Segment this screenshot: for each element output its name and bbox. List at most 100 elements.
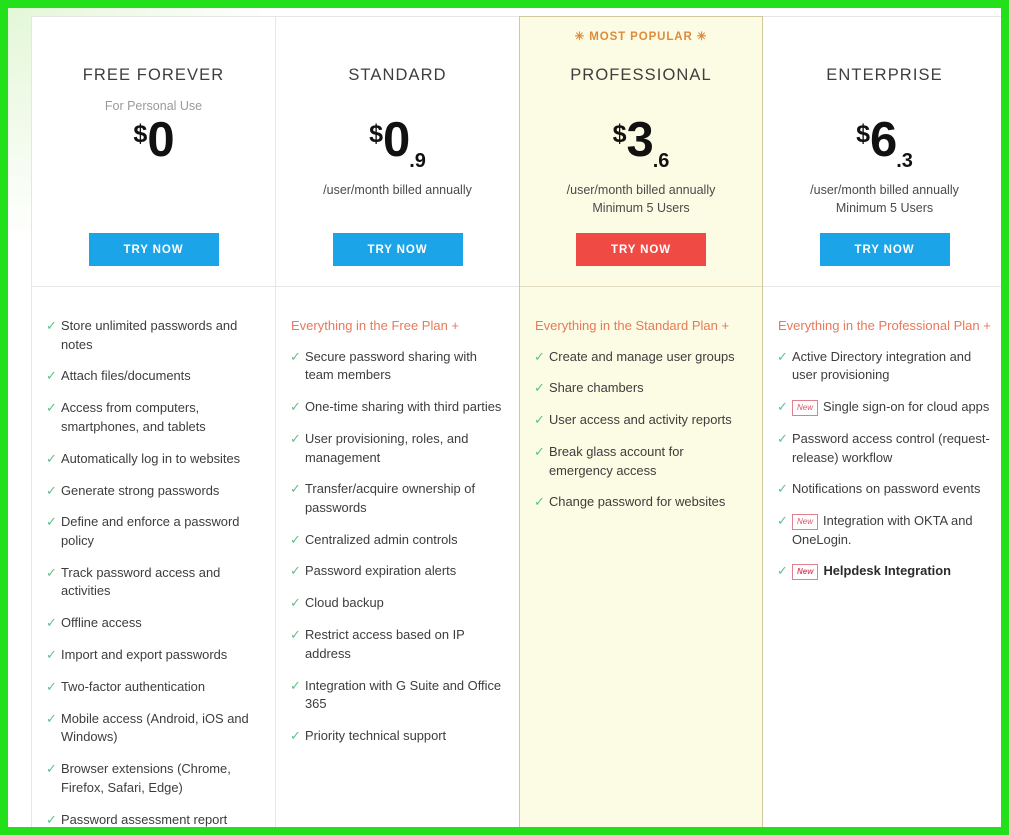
price-standard: $0.9	[276, 115, 519, 175]
feature-text: Import and export passwords	[61, 647, 228, 662]
try-now-button-standard[interactable]: TRY NOW	[332, 233, 463, 266]
check-icon: ✓	[46, 564, 57, 580]
feature-text: Track password access and activities	[61, 564, 221, 599]
feature-text: Secure password sharing with team member…	[305, 348, 477, 383]
billing-note-standard: /user/month billed annually	[284, 181, 511, 199]
feature-item: ✓ Password assessment report	[46, 811, 261, 828]
feature-label: Single sign-on for cloud apps	[823, 398, 990, 414]
price-amount: 3	[626, 113, 653, 167]
feature-text: Password access control (request-release…	[792, 430, 990, 465]
feature-item: ✓ Centralized admin controls	[290, 531, 505, 550]
feature-text: Password expiration alerts	[305, 563, 457, 579]
feature-item: ✓ Attach files/documents	[46, 367, 261, 386]
feature-text: Notifications on password events	[792, 481, 981, 497]
feature-item: ✓ Share chambers	[534, 379, 748, 398]
feature-item: ✓ Break glass account for emergency acces…	[534, 443, 748, 480]
check-icon: ✓	[46, 482, 57, 498]
feature-list-standard: ✓ Secure password sharing with team membe…	[290, 348, 505, 746]
feature-item: ✓ User provisioning, roles, and managemen…	[290, 430, 505, 467]
try-now-button-enterprise[interactable]: TRY NOW	[819, 233, 950, 266]
plan-column-free-forever: FREE FOREVER For Personal Use $0 TRY NOW ✓ St…	[31, 16, 275, 827]
check-icon: ✓	[777, 513, 788, 529]
check-icon: ✓	[290, 677, 301, 693]
check-icon: ✓	[534, 494, 545, 510]
feature-text: Share chambers	[549, 380, 644, 396]
feature-text: Priority technical support	[305, 727, 447, 743]
feature-text: Attach files/documents	[61, 368, 191, 384]
feature-item: ✓ Track password access and activities	[46, 564, 261, 601]
check-icon: ✓	[46, 318, 57, 333]
check-icon: ✓	[777, 430, 788, 446]
price-currency: $	[369, 120, 383, 148]
billing-note-professional: /user/month billed annually Minimum 5 Use…	[528, 181, 754, 217]
feature-item: ✓ Import and export passwords	[46, 646, 261, 665]
feature-text: New Single sign-on for cloud apps	[792, 398, 989, 417]
feature-list-enterprise: ✓ Active Directory integration and user p…	[777, 348, 992, 582]
check-icon: ✓	[777, 348, 788, 364]
feature-item: ✓ New Helpdesk Integration	[777, 562, 992, 581]
feature-item: ✓ Priority technical support	[290, 727, 505, 746]
feature-text: Access from computers, smartphones, and …	[61, 400, 206, 434]
check-icon: ✓	[534, 380, 545, 396]
most-popular-badge: ✳ MOST POPULAR ✳	[574, 31, 708, 43]
features-heading-standard: Everything in the Free Plan +	[291, 318, 460, 333]
price-currency: $	[612, 120, 627, 148]
check-icon: ✓	[46, 450, 57, 466]
price-amount: 6	[869, 113, 897, 167]
check-icon: ✓	[46, 811, 57, 827]
check-icon: ✓	[46, 615, 57, 631]
billing-note-line: /user/month billed annually	[566, 183, 716, 197]
price-currency: $	[856, 120, 870, 148]
feature-text: Password assessment report	[61, 811, 228, 827]
feature-text: Define and enforce a password policy	[61, 514, 240, 549]
price-decimal: .9	[409, 150, 426, 172]
billing-note-enterprise: /user/month billed annually Minimum 5 Use…	[771, 181, 998, 217]
try-now-button-free-forever[interactable]: TRY NOW	[88, 233, 219, 266]
feature-text: Browser extensions (Chrome, Firefox, Saf…	[61, 761, 231, 795]
new-badge: New	[792, 514, 819, 531]
check-icon: ✓	[46, 647, 57, 662]
feature-text: Change password for websites	[549, 494, 726, 510]
plan-subtitle-free-forever: For Personal Use	[104, 99, 203, 113]
price-professional: $3.6	[520, 113, 762, 175]
check-icon: ✓	[290, 430, 301, 446]
feature-label: Integration with OKTA and OneLogin.	[792, 513, 973, 547]
check-icon: ✓	[290, 595, 301, 611]
feature-item: ✓ Password access control (request-releas…	[777, 430, 992, 467]
page-container: FREE FOREVER For Personal Use $0 TRY NOW ✓ St…	[8, 8, 1001, 827]
feature-text: Mobile access (Android, iOS and Windows)	[61, 710, 249, 745]
feature-item: ✓ One-time sharing with third parties	[290, 398, 505, 417]
features-heading-enterprise: Everything in the Professional Plan +	[778, 318, 991, 333]
check-icon: ✓	[46, 710, 57, 726]
try-now-button-professional[interactable]: TRY NOW	[576, 233, 706, 266]
plan-header-professional: ✳ MOST POPULAR ✳ PROFESSIONAL $3.6/user/mo…	[520, 17, 762, 287]
feature-item: ✓ Offline access	[46, 614, 261, 633]
check-icon: ✓	[46, 761, 57, 777]
check-icon: ✓	[46, 400, 57, 416]
price-enterprise: $6.3	[763, 113, 1001, 175]
check-icon: ✓	[290, 481, 301, 497]
feature-text: Offline access	[61, 615, 142, 631]
check-icon: ✓	[777, 481, 788, 497]
check-icon: ✓	[290, 398, 301, 414]
feature-item: ✓ Change password for websites	[534, 493, 748, 512]
feature-item: ✓ Integration with G Suite and Office 365	[290, 677, 505, 714]
feature-item: ✓ Two-factor authentication	[46, 678, 261, 697]
feature-text: User provisioning, roles, and management	[305, 430, 469, 465]
check-icon: ✓	[290, 348, 301, 364]
features-section-enterprise: Everything in the Professional Plan + ✓ Ac…	[763, 287, 1001, 827]
feature-list-professional: ✓ Create and manage user groups ✓ Share cha…	[534, 348, 748, 513]
plan-name-free-forever: FREE FOREVER	[82, 66, 225, 84]
feature-item: ✓ Access from computers, smartphones, and…	[46, 399, 261, 436]
billing-note-line: /user/month billed annually	[810, 183, 959, 197]
feature-item: ✓ Mobile access (Android, iOS and Windows…	[46, 710, 261, 747]
feature-text: New Helpdesk Integration	[792, 562, 951, 581]
feature-text: Transfer/acquire ownership of passwords	[305, 481, 476, 515]
feature-item: ✓ Transfer/acquire ownership of passwords	[290, 480, 505, 517]
plan-name-enterprise: ENTERPRISE	[826, 66, 943, 84]
plan-header-free-forever: FREE FOREVER For Personal Use $0 TRY NOW	[32, 17, 275, 287]
plan-column-standard: STANDARD $0.9/user/month billed annually T…	[275, 16, 519, 827]
features-section-free-forever: ✓ Store unlimited passwords and notes ✓ Att…	[32, 287, 275, 827]
check-icon: ✓	[46, 368, 57, 384]
feature-label: Helpdesk Integration	[823, 563, 951, 579]
